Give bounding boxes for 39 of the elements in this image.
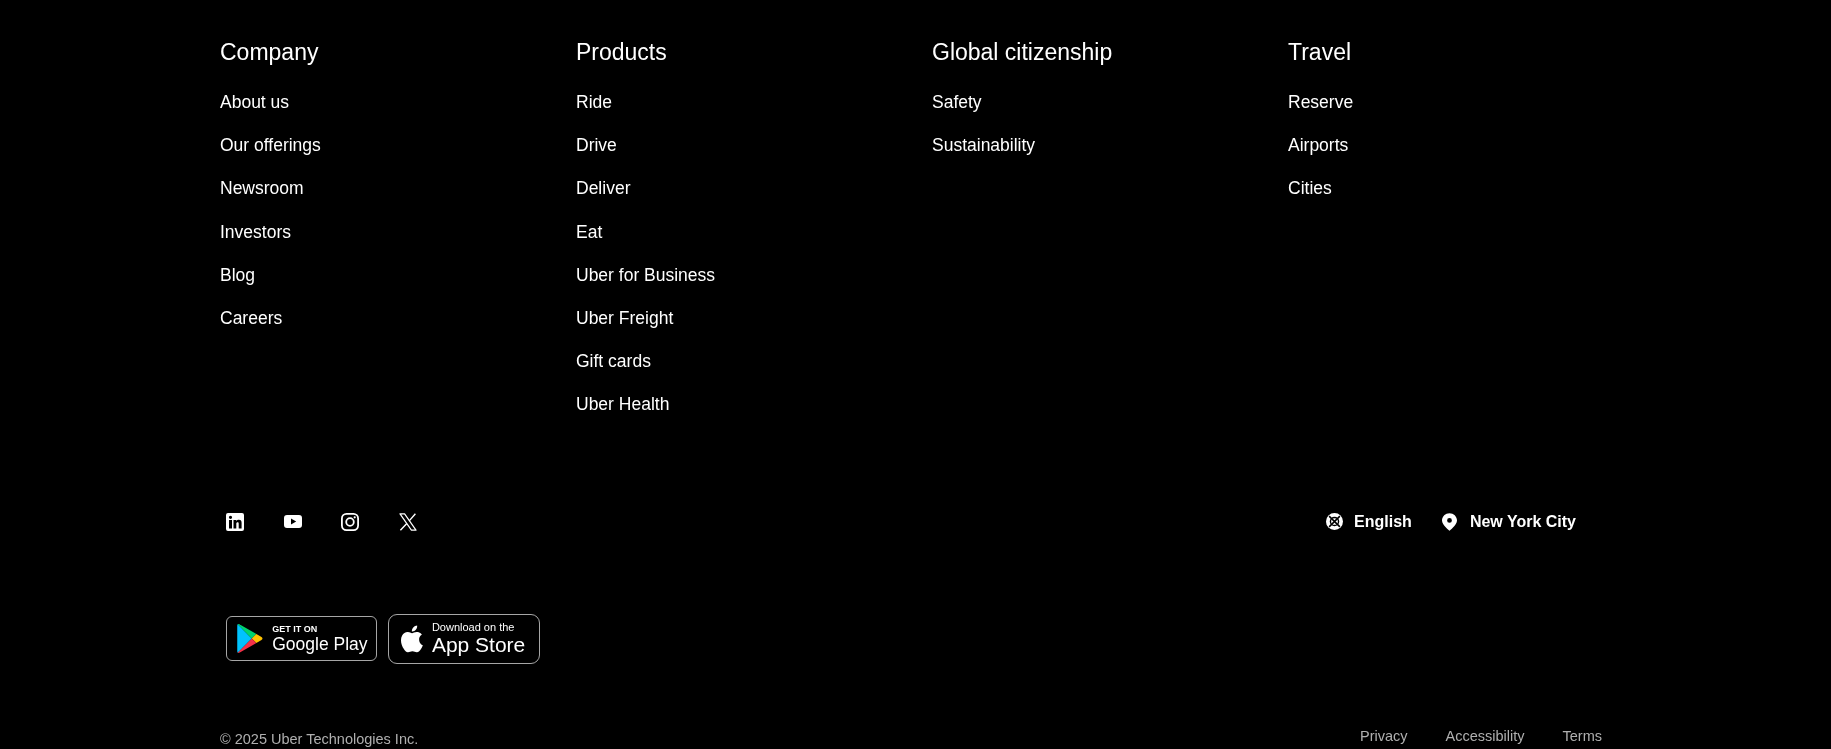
youtube-icon[interactable] bbox=[283, 515, 302, 529]
footer-link[interactable]: Sustainability bbox=[932, 133, 1036, 158]
linkedin-icon[interactable] bbox=[226, 512, 244, 531]
legal-link[interactable]: Accessibility bbox=[1445, 725, 1525, 746]
footer-link[interactable]: Newsroom bbox=[220, 176, 304, 201]
footer-link[interactable]: About us bbox=[220, 90, 290, 114]
footer-link[interactable]: Investors bbox=[220, 219, 291, 244]
column-heading: Company bbox=[220, 38, 319, 66]
column-heading: Products bbox=[576, 38, 667, 66]
globe-icon bbox=[1326, 513, 1344, 531]
footer-link[interactable]: Careers bbox=[220, 305, 283, 330]
location-selector[interactable]: New York City bbox=[1441, 510, 1576, 533]
google-play-badge[interactable]: GET IT ON Google Play bbox=[225, 616, 377, 662]
language-selector[interactable]: English bbox=[1326, 510, 1412, 533]
footer-link[interactable]: Eat bbox=[576, 219, 603, 244]
copyright-text: © 2025 Uber Technologies Inc. bbox=[220, 730, 419, 748]
legal-link[interactable]: Terms bbox=[1562, 725, 1602, 746]
footer-link[interactable]: Safety bbox=[932, 90, 982, 114]
footer-link[interactable]: Uber Health bbox=[576, 392, 670, 417]
column-heading: Global citizenship bbox=[932, 38, 1113, 66]
footer-link[interactable]: Cities bbox=[1288, 176, 1332, 201]
footer-link[interactable]: Blog bbox=[220, 262, 256, 287]
column-heading: Travel bbox=[1288, 38, 1352, 66]
footer-link[interactable]: Uber for Business bbox=[576, 262, 716, 287]
footer-link[interactable]: Gift cards bbox=[576, 349, 651, 374]
footer-link[interactable]: Uber Freight bbox=[576, 305, 674, 330]
instagram-icon[interactable] bbox=[341, 512, 359, 531]
map-pin-icon bbox=[1441, 512, 1457, 531]
x-logo-icon[interactable] bbox=[398, 512, 417, 531]
play-triangle-icon bbox=[236, 624, 263, 654]
footer-link[interactable]: Our offerings bbox=[220, 133, 321, 158]
footer-link[interactable]: Ride bbox=[576, 90, 612, 114]
footer-link[interactable]: Drive bbox=[576, 133, 617, 158]
footer-link[interactable]: Airports bbox=[1288, 133, 1349, 158]
app-store-badge[interactable]: Download on the App Store bbox=[388, 613, 541, 664]
apple-icon bbox=[400, 624, 424, 653]
legal-link[interactable]: Privacy bbox=[1360, 725, 1408, 746]
footer-link[interactable]: Deliver bbox=[576, 176, 631, 201]
footer-link[interactable]: Reserve bbox=[1288, 90, 1354, 114]
